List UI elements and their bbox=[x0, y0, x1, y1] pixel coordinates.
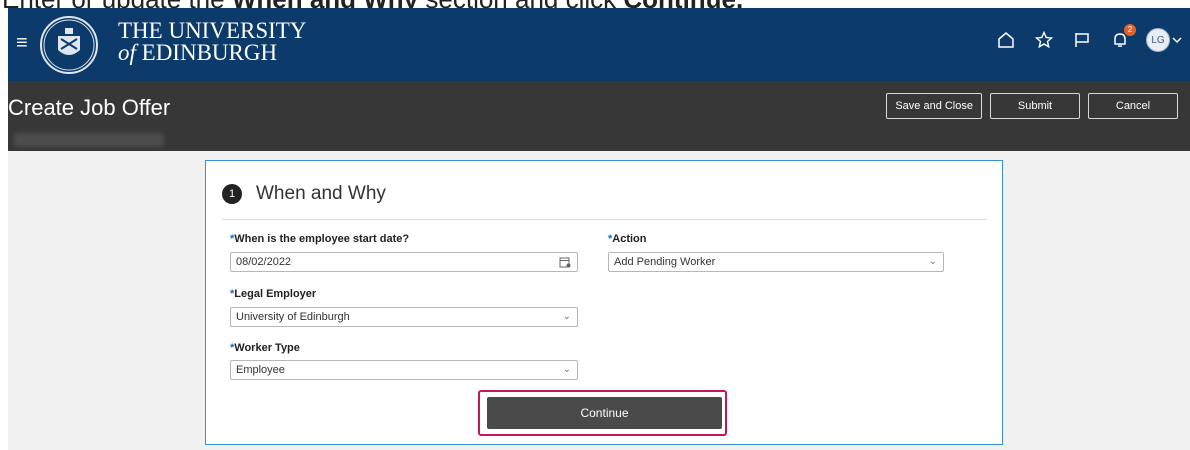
chevron-down-icon bbox=[1172, 37, 1182, 44]
chevron-down-icon: ⌄ bbox=[562, 311, 571, 322]
flag-icon[interactable] bbox=[1070, 28, 1094, 52]
star-icon[interactable] bbox=[1032, 28, 1056, 52]
home-icon[interactable] bbox=[994, 28, 1018, 52]
save-and-close-button[interactable]: Save and Close bbox=[886, 93, 982, 119]
chevron-down-icon: ⌄ bbox=[562, 364, 571, 375]
avatar: LG bbox=[1146, 28, 1170, 52]
section-header: 1 When and Why bbox=[222, 183, 386, 205]
legal-employer-select[interactable]: University of Edinburgh ⌄ bbox=[230, 307, 578, 327]
legal-employer-label: *Legal Employer bbox=[230, 288, 317, 300]
university-name[interactable]: THE UNIVERSITY of EDINBURGH bbox=[118, 19, 306, 65]
continue-button[interactable]: Continue bbox=[487, 397, 722, 429]
calendar-icon[interactable] bbox=[559, 253, 571, 275]
action-label: *Action bbox=[608, 233, 647, 245]
section-divider bbox=[222, 219, 987, 220]
blurred-subtitle bbox=[14, 133, 164, 147]
university-crest-logo[interactable] bbox=[40, 16, 98, 74]
worker-type-select[interactable]: Employee ⌄ bbox=[230, 360, 578, 380]
chevron-down-icon: ⌄ bbox=[928, 256, 937, 267]
section-title: When and Why bbox=[256, 183, 386, 204]
cancel-button[interactable]: Cancel bbox=[1088, 93, 1178, 119]
menu-icon[interactable]: ≡ bbox=[16, 32, 28, 55]
page-title: Create Job Offer bbox=[8, 95, 171, 120]
start-date-input[interactable]: 08/02/2022 bbox=[230, 252, 578, 272]
university-name-line2: of EDINBURGH bbox=[118, 40, 278, 65]
notifications-icon[interactable]: 2 bbox=[1108, 24, 1136, 52]
worker-type-label: *Worker Type bbox=[230, 342, 300, 354]
submit-button[interactable]: Submit bbox=[990, 93, 1080, 119]
notification-count-badge: 2 bbox=[1124, 24, 1136, 36]
start-date-label: *When is the employee start date? bbox=[230, 233, 410, 245]
page-header: Create Job Offer Save and Close Submit C… bbox=[8, 81, 1190, 151]
global-header: ≡ THE UNIVERSITY of EDINBURGH 2 LG bbox=[8, 8, 1190, 81]
step-number-badge: 1 bbox=[222, 184, 242, 204]
action-select[interactable]: Add Pending Worker ⌄ bbox=[608, 252, 944, 272]
user-menu[interactable]: LG bbox=[1146, 28, 1182, 52]
